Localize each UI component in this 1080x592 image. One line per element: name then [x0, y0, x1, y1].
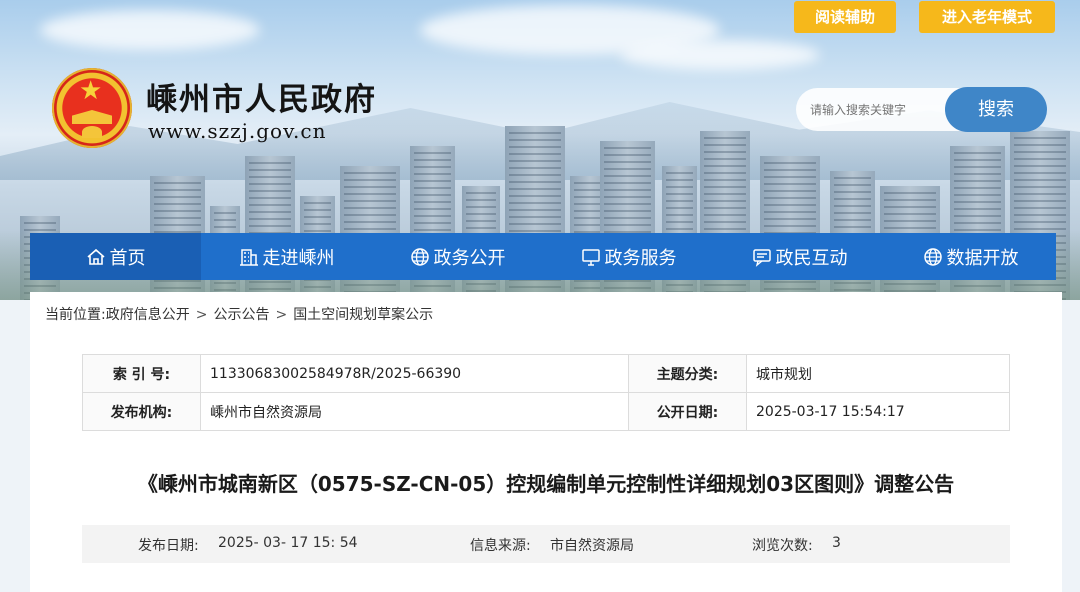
- article-title: 《嵊州市城南新区（0575-SZ-CN-05）控规编制单元控制性详细规划03区图…: [137, 472, 955, 496]
- meta-info-table: 索 引 号: 11330683002584978R/2025-66390 主题分…: [82, 354, 1010, 431]
- breadcrumb-separator: >: [275, 307, 288, 323]
- nav-item-label: 政务服务: [604, 247, 677, 269]
- article-info-bar: 发布日期: 2025- 03- 17 15: 54 信息来源: 市自然资源局 浏…: [82, 525, 1010, 563]
- breadcrumb-link-announcements[interactable]: 公示公告: [213, 307, 269, 323]
- table-row: 索 引 号: 11330683002584978R/2025-66390 主题分…: [82, 354, 1010, 393]
- main-nav: 首页 走进嵊州 政务公开 政务服务 政民互动 数据开放: [30, 233, 1056, 280]
- index-value: 11330683002584978R/2025-66390: [200, 354, 629, 393]
- breadcrumb-separator: >: [195, 307, 208, 323]
- nav-item-label: 数据开放: [946, 247, 1019, 269]
- nav-item-home[interactable]: 首页: [30, 233, 201, 280]
- index-label: 索 引 号:: [82, 354, 201, 393]
- cloud-decoration: [620, 40, 820, 70]
- main-content: 当前位置:政府信息公开 > 公示公告 > 国土空间规划草案公示 索 引 号: 11330…: [30, 292, 1062, 592]
- open-date-value: 2025-03-17 15:54:17: [746, 392, 1010, 431]
- source-label: 信息来源:: [470, 538, 531, 554]
- open-date-label: 公开日期:: [628, 392, 747, 431]
- breadcrumb-link-gov-info[interactable]: 政府信息公开: [106, 307, 190, 323]
- views-value: 3: [832, 535, 841, 551]
- nav-item-interaction[interactable]: 政民互动: [714, 233, 885, 280]
- chat-icon: [752, 248, 771, 267]
- publisher-value: 嵊州市自然资源局: [200, 392, 629, 431]
- publish-date-label: 发布日期:: [138, 538, 199, 554]
- nav-item-label: 走进嵊州: [262, 247, 335, 269]
- topic-value: 城市规划: [746, 354, 1010, 393]
- building-icon: [239, 248, 258, 266]
- breadcrumb: 当前位置:政府信息公开 > 公示公告 > 国土空间规划草案公示: [45, 304, 433, 324]
- globe-icon: [410, 247, 429, 266]
- breadcrumb-prefix: 当前位置:: [45, 307, 106, 323]
- source-value: 市自然资源局: [550, 538, 634, 554]
- nav-item-label: 首页: [109, 247, 146, 269]
- views-label: 浏览次数:: [752, 538, 813, 554]
- nav-item-label: 政民互动: [775, 247, 848, 269]
- search-button[interactable]: 搜索: [945, 87, 1047, 132]
- table-row: 发布机构: 嵊州市自然资源局 公开日期: 2025-03-17 15:54:17: [82, 392, 1010, 431]
- elder-mode-button[interactable]: 进入老年模式: [919, 1, 1055, 33]
- publisher-label: 发布机构:: [82, 392, 201, 431]
- reading-assist-button[interactable]: 阅读辅助: [794, 1, 896, 33]
- globe-icon: [923, 247, 942, 266]
- nav-item-about[interactable]: 走进嵊州: [201, 233, 372, 280]
- site-url: www.szzj.gov.cn: [148, 119, 327, 143]
- nav-item-open-data[interactable]: 数据开放: [885, 233, 1056, 280]
- monitor-icon: [581, 248, 600, 266]
- topic-label: 主题分类:: [628, 354, 747, 393]
- cloud-decoration: [40, 10, 260, 50]
- breadcrumb-link-planning-draft[interactable]: 国土空间规划草案公示: [293, 307, 433, 323]
- nav-item-gov-open[interactable]: 政务公开: [372, 233, 543, 280]
- home-icon: [86, 248, 105, 265]
- site-title[interactable]: 嵊州市人民政府: [146, 74, 377, 119]
- publish-date-value: 2025- 03- 17 15: 54: [218, 535, 358, 551]
- national-emblem-icon: ★: [52, 68, 132, 148]
- nav-item-gov-service[interactable]: 政务服务: [543, 233, 714, 280]
- nav-item-label: 政务公开: [433, 247, 506, 269]
